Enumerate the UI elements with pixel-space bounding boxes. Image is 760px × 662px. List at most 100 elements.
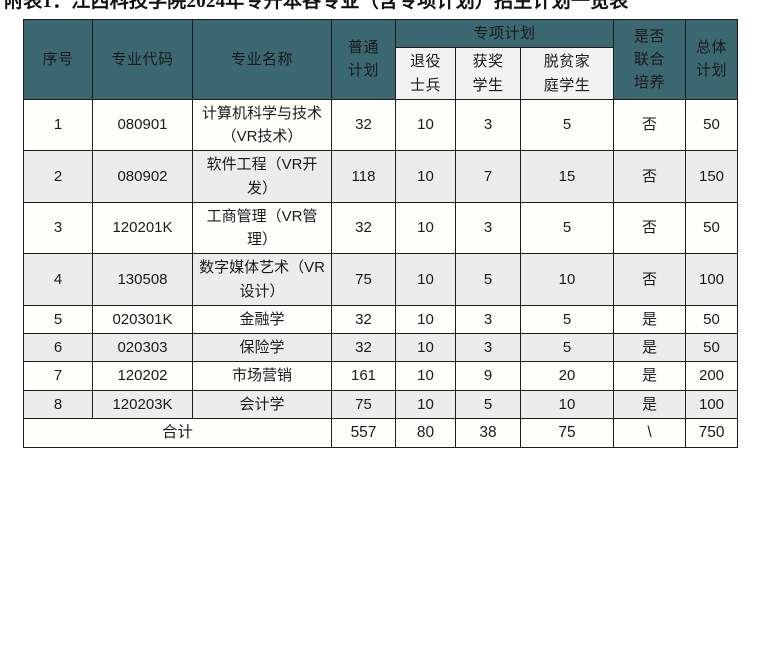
cell-index: 4	[23, 253, 93, 306]
cell-normal-plan: 32	[331, 332, 396, 363]
cell-major-name: 软件工程（VR开发）	[192, 150, 332, 203]
poverty-line-1: 脱贫家	[543, 53, 591, 71]
cell-veteran: 10	[395, 361, 456, 391]
joint-line-2: 联合	[634, 50, 666, 68]
cell-joint: 是	[613, 304, 687, 335]
joint-line-3: 培养	[634, 74, 666, 91]
cell-poverty: 5	[519, 98, 615, 152]
cell-total: 100	[685, 253, 739, 306]
normal-plan-line-2: 计划	[347, 62, 379, 80]
cell-major-code: 120203K	[92, 389, 193, 419]
cell-total: 150	[685, 150, 739, 203]
cell-major-name: 市场营销	[192, 361, 332, 391]
cell-total-poverty: 75	[519, 417, 615, 448]
cell-index: 6	[23, 332, 93, 363]
table-row: 2 080902 软件工程（VR开发） 118 10 7 15 否 150	[23, 150, 739, 203]
cell-award: 9	[455, 361, 521, 391]
cell-major-code: 120201K	[92, 201, 193, 255]
poverty-line-2: 庭学生	[543, 76, 591, 94]
column-header-index: 序号	[23, 19, 93, 100]
cell-normal-plan: 32	[331, 98, 396, 152]
total-plan-line-1: 总体	[696, 39, 728, 57]
cell-total: 50	[685, 98, 739, 152]
cell-index: 1	[23, 98, 93, 152]
column-header-normal-plan: 普通 计划	[331, 19, 396, 100]
cell-major-name: 金融学	[192, 304, 332, 335]
cell-veteran: 10	[395, 201, 456, 255]
cell-normal-plan: 32	[331, 304, 396, 335]
cell-veteran: 10	[395, 389, 456, 419]
cell-total-label: 合计	[23, 417, 332, 448]
table-row: 7 120202 市场营销 161 10 9 20 是 200	[23, 361, 739, 391]
column-header-major-name: 专业名称	[192, 19, 332, 100]
cell-poverty: 5	[519, 332, 615, 363]
cell-normal-plan: 161	[331, 361, 396, 391]
cell-major-code: 020301K	[92, 304, 193, 335]
award-line-2: 学生	[472, 76, 504, 94]
column-header-veteran-soldier: 退役 士兵	[395, 47, 456, 100]
cell-normal-plan: 75	[331, 253, 396, 306]
cell-award: 3	[455, 201, 521, 255]
cell-major-name: 会计学	[192, 389, 332, 419]
cell-total: 100	[685, 389, 739, 419]
cell-veteran: 10	[395, 150, 456, 203]
total-plan-line-2: 计划	[696, 62, 728, 80]
column-header-total-plan: 总体 计划	[685, 19, 739, 100]
cell-veteran: 10	[395, 98, 456, 152]
joint-line-1: 是否	[634, 27, 666, 45]
enrollment-plan-table-container: 序号 专业代码 专业名称 普通 计划 专项计划 是否 联合 培养 总体 计划 退…	[23, 18, 739, 448]
cell-joint: 是	[613, 332, 687, 363]
cell-major-name: 计算机科学与技术（VR技术）	[192, 98, 332, 152]
table-row: 8 120203K 会计学 75 10 5 10 是 100	[23, 389, 739, 419]
cell-joint: 否	[613, 253, 687, 306]
document-heading: 附表1：江西科技学院2024年专升本各专业（含专项计划）招生计划一览表	[4, 0, 629, 12]
header-row-1: 序号 专业代码 专业名称 普通 计划 专项计划 是否 联合 培养 总体 计划	[23, 18, 739, 100]
cell-poverty: 10	[519, 389, 615, 419]
cell-total: 200	[685, 361, 739, 391]
cell-joint: 否	[613, 150, 687, 203]
cell-poverty: 10	[519, 253, 615, 306]
column-header-poverty-family-student: 脱贫家 庭学生	[519, 47, 615, 100]
cell-award: 5	[455, 389, 521, 419]
cell-normal-plan: 32	[331, 201, 396, 255]
cell-total-award: 38	[455, 417, 521, 448]
cell-total-sum: 750	[685, 417, 739, 448]
cell-award: 3	[455, 332, 521, 363]
cell-index: 5	[23, 304, 93, 335]
column-header-joint-training: 是否 联合 培养	[613, 19, 687, 100]
table-body: 1 080901 计算机科学与技术（VR技术） 32 10 3 5 否 50 2…	[23, 98, 739, 448]
cell-major-code: 080902	[92, 150, 193, 203]
table-row: 1 080901 计算机科学与技术（VR技术） 32 10 3 5 否 50	[23, 98, 739, 152]
cell-normal-plan: 75	[331, 389, 396, 419]
cell-total-veteran: 80	[395, 417, 456, 448]
enrollment-plan-table: 序号 专业代码 专业名称 普通 计划 专项计划 是否 联合 培养 总体 计划 退…	[23, 18, 739, 448]
cell-major-code: 120202	[92, 361, 193, 391]
cell-index: 2	[23, 150, 93, 203]
veteran-line-1: 退役	[409, 53, 441, 71]
cell-total: 50	[685, 304, 739, 335]
cell-total-joint: \	[613, 417, 687, 448]
table-row: 5 020301K 金融学 32 10 3 5 是 50	[23, 304, 739, 335]
cell-award: 3	[455, 98, 521, 152]
cell-award: 7	[455, 150, 521, 203]
cell-poverty: 15	[519, 150, 615, 203]
cell-major-code: 080901	[92, 98, 193, 152]
column-header-award-student: 获奖 学生	[455, 47, 521, 100]
cell-veteran: 10	[395, 253, 456, 306]
cell-poverty: 20	[519, 361, 615, 391]
cell-index: 8	[23, 389, 93, 419]
cell-major-name: 保险学	[192, 332, 332, 363]
cell-major-name: 数字媒体艺术（VR设计）	[192, 253, 332, 306]
cell-major-code: 020303	[92, 332, 193, 363]
normal-plan-line-1: 普通	[347, 39, 379, 57]
cell-total-normal-plan: 557	[331, 417, 396, 448]
clipped-heading-container: 附表1：江西科技学院2024年专升本各专业（含专项计划）招生计划一览表	[0, 0, 760, 14]
table-row: 3 120201K 工商管理（VR管理） 32 10 3 5 否 50	[23, 201, 739, 255]
cell-major-name: 工商管理（VR管理）	[192, 201, 332, 255]
cell-index: 3	[23, 201, 93, 255]
cell-index: 7	[23, 361, 93, 391]
table-total-row: 合计 557 80 38 75 \ 750	[23, 417, 739, 448]
column-header-major-code: 专业代码	[92, 19, 193, 100]
cell-poverty: 5	[519, 201, 615, 255]
cell-joint: 否	[613, 98, 687, 152]
